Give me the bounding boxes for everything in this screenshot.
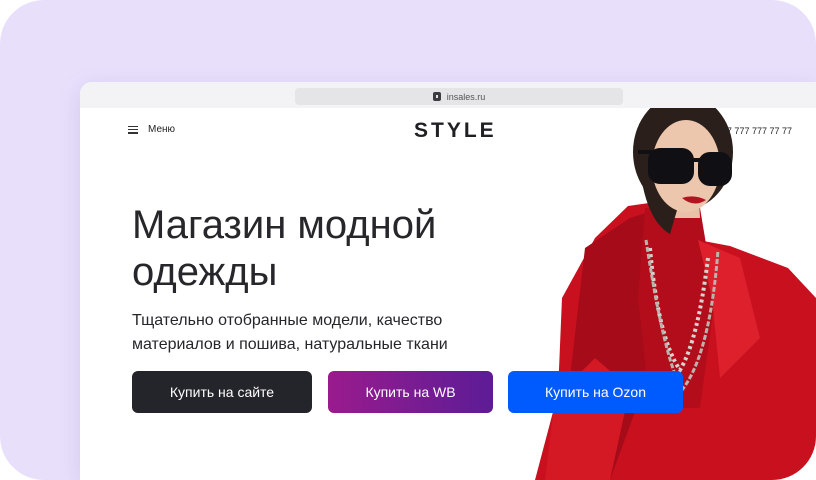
- address-bar[interactable]: insales.ru: [295, 88, 623, 105]
- buy-on-ozon-button[interactable]: Купить на Ozon: [508, 371, 683, 413]
- menu-label: Меню: [148, 124, 176, 135]
- browser-window: insales.ru Меню STYLE +7 777 777 77 77 М…: [80, 82, 816, 480]
- hero-title: Магазин модной одежды: [132, 203, 437, 294]
- browser-toolbar: insales.ru: [80, 82, 816, 108]
- address-url: insales.ru: [446, 91, 486, 102]
- buy-on-wb-button[interactable]: Купить на WB: [328, 371, 493, 413]
- promo-canvas: insales.ru Меню STYLE +7 777 777 77 77 М…: [0, 0, 816, 480]
- hero-subtitle: Тщательно отобранные модели, качество ма…: [132, 312, 448, 353]
- hamburger-icon: [128, 125, 138, 134]
- store-page: Меню STYLE +7 777 777 77 77 Магазин модн…: [80, 108, 816, 480]
- buy-on-site-button[interactable]: Купить на сайте: [132, 371, 312, 413]
- phone-number[interactable]: +7 777 777 77 77: [722, 126, 792, 136]
- lock-icon: [432, 92, 441, 101]
- menu-button[interactable]: Меню: [128, 124, 175, 135]
